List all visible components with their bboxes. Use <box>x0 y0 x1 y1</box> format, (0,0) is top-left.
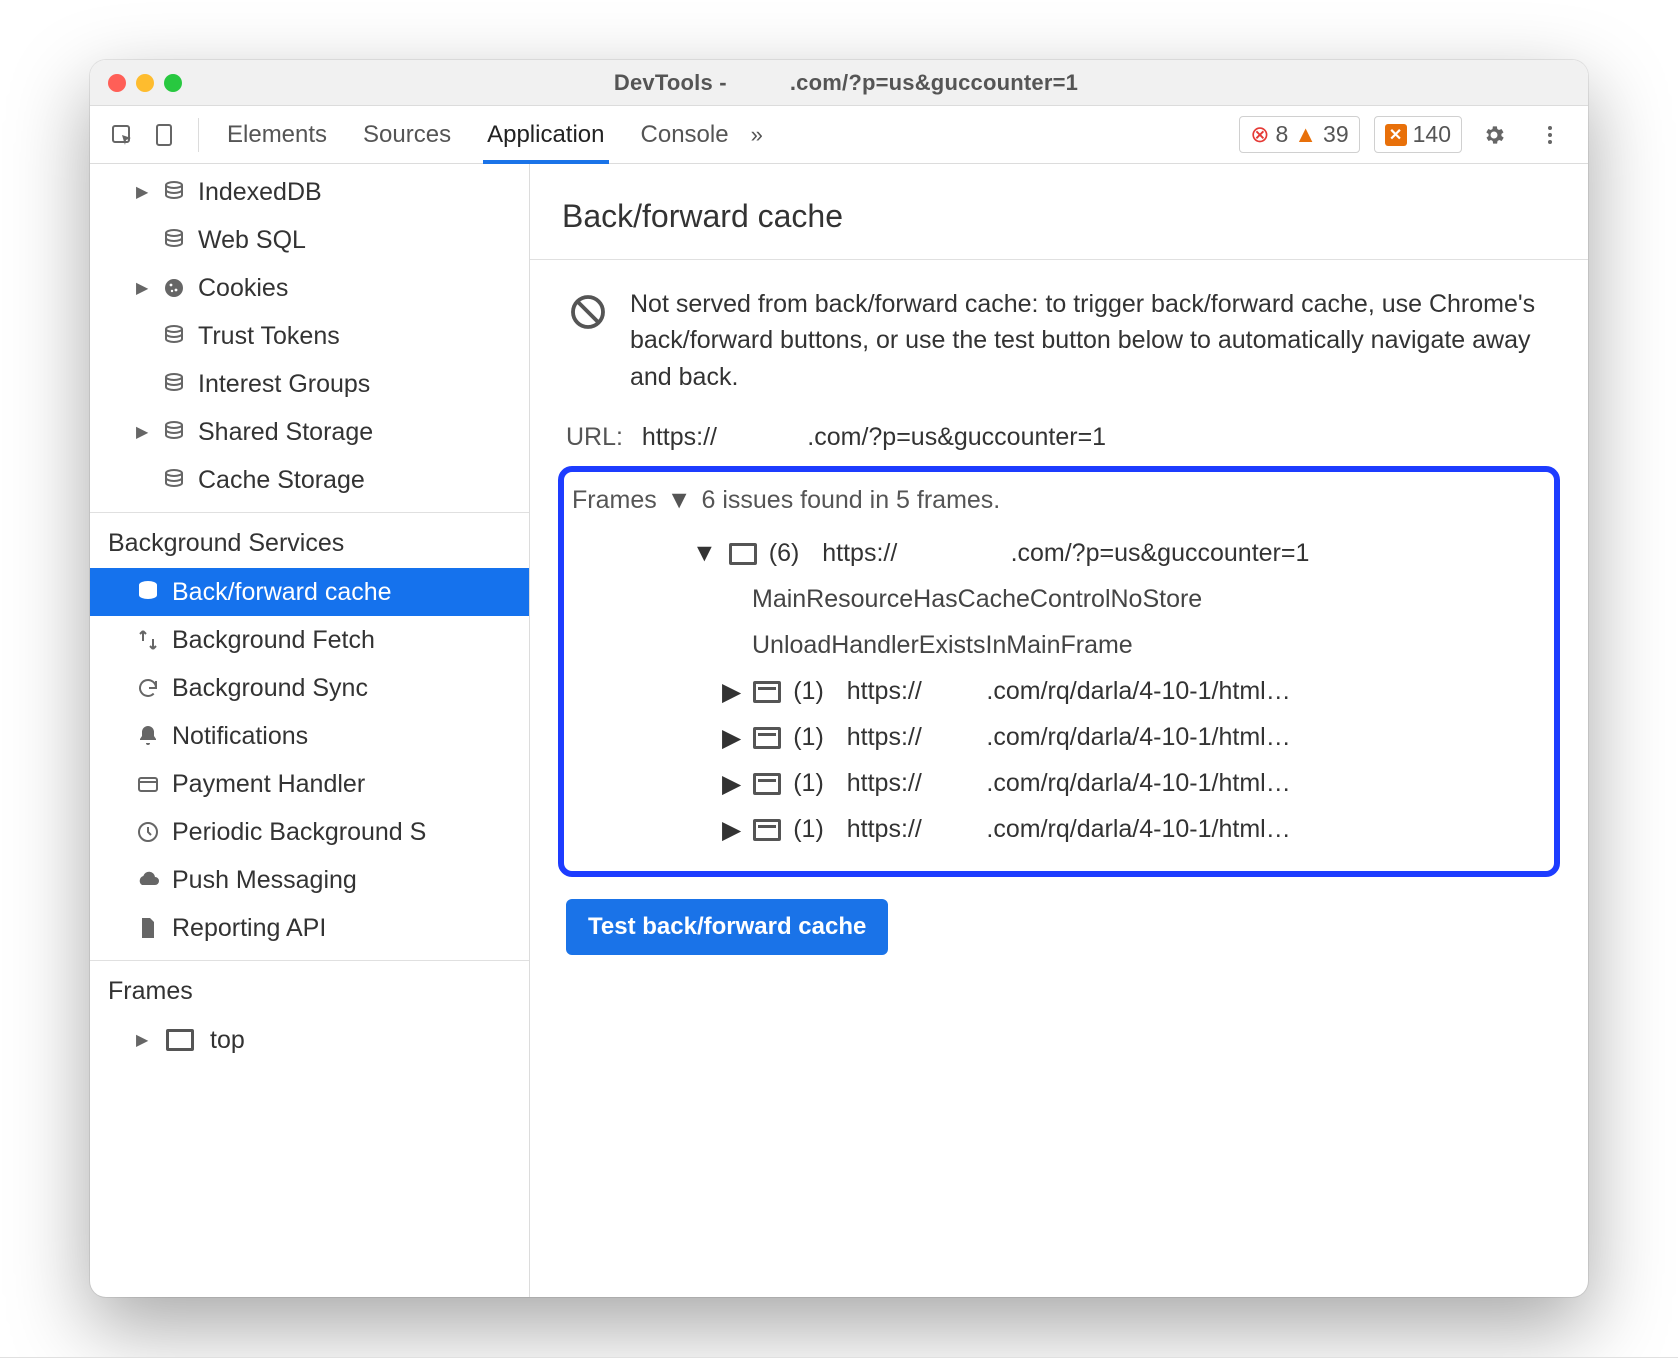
sidebar-item-push[interactable]: Push Messaging <box>90 856 529 904</box>
bfcache-reason: UnloadHandlerExistsInMainFrame <box>692 623 1542 669</box>
sidebar-item-top-frame[interactable]: ▶top <box>90 1016 529 1064</box>
warning-icon: ▲ <box>1294 121 1317 148</box>
bfcache-panel: Back/forward cache Not served from back/… <box>530 164 1588 1297</box>
tab-elements[interactable]: Elements <box>209 106 345 163</box>
tab-application[interactable]: Application <box>469 106 622 163</box>
sidebar-item-cachestorage[interactable]: Cache Storage <box>90 456 529 504</box>
bfcache-reason: MainResourceHasCacheControlNoStore <box>692 577 1542 623</box>
frame-icon <box>166 1029 194 1051</box>
sidebar-item-bgfetch[interactable]: Background Fetch <box>90 616 529 664</box>
child-frame[interactable]: ▶ (1) https:// .com/rq/darla/4-10-1/html… <box>692 761 1542 807</box>
issues-counter[interactable]: ✕140 <box>1374 116 1462 153</box>
sidebar-item-notifications[interactable]: Notifications <box>90 712 529 760</box>
sidebar-item-payment[interactable]: Payment Handler <box>90 760 529 808</box>
device-toolbar-icon[interactable] <box>146 117 182 153</box>
sidebar-section-frames: Frames <box>90 960 529 1016</box>
frames-label: Frames <box>572 486 657 515</box>
sidebar-item-trusttokens[interactable]: Trust Tokens <box>90 312 529 360</box>
tab-console[interactable]: Console <box>623 106 747 163</box>
sidebar-section-background: Background Services <box>90 512 529 568</box>
caret-right-icon[interactable]: ▶ <box>722 815 741 845</box>
frames-issues-panel: Frames ▼ 6 issues found in 5 frames. ▼ (… <box>558 466 1560 877</box>
sidebar-item-reporting[interactable]: Reporting API <box>90 904 529 952</box>
child-frame[interactable]: ▶ (1) https:// .com/rq/darla/4-10-1/html… <box>692 715 1542 761</box>
caret-down-icon[interactable]: ▼ <box>667 486 692 515</box>
more-tabs-button[interactable]: » <box>751 122 763 148</box>
application-sidebar: ▶IndexedDB Web SQL ▶Cookies Trust Tokens… <box>90 164 530 1297</box>
caret-right-icon[interactable]: ▶ <box>722 769 741 799</box>
page-title: Back/forward cache <box>562 198 1560 235</box>
subframe-icon <box>753 773 781 795</box>
frames-summary: 6 issues found in 5 frames. <box>701 486 1000 515</box>
frame-icon <box>729 543 757 565</box>
issue-icon: ✕ <box>1385 124 1407 146</box>
caret-down-icon[interactable]: ▼ <box>692 539 717 568</box>
sidebar-item-indexeddb[interactable]: ▶IndexedDB <box>90 168 529 216</box>
tab-sources[interactable]: Sources <box>345 106 469 163</box>
window-zoom-button[interactable] <box>164 74 182 92</box>
subframe-icon <box>753 819 781 841</box>
not-served-icon <box>566 290 610 334</box>
frame-root[interactable]: ▼ (6) https:// .com/?p=us&guccounter=1 <box>692 531 1542 577</box>
sidebar-item-cookies[interactable]: ▶Cookies <box>90 264 529 312</box>
caret-right-icon[interactable]: ▶ <box>722 677 741 707</box>
child-frame[interactable]: ▶ (1) https:// .com/rq/darla/4-10-1/html… <box>692 807 1542 853</box>
error-icon: ⊗ <box>1250 121 1269 148</box>
test-bfcache-button[interactable]: Test back/forward cache <box>566 899 888 955</box>
sidebar-item-interestgroups[interactable]: Interest Groups <box>90 360 529 408</box>
caret-right-icon[interactable]: ▶ <box>722 723 741 753</box>
kebab-menu-icon[interactable] <box>1532 117 1568 153</box>
sidebar-item-bfcache[interactable]: Back/forward cache <box>90 568 529 616</box>
subframe-icon <box>753 727 781 749</box>
window-minimize-button[interactable] <box>136 74 154 92</box>
inspect-element-icon[interactable] <box>104 117 140 153</box>
not-served-description: Not served from back/forward cache: to t… <box>630 286 1560 395</box>
devtools-toolbar: Elements Sources Application Console » ⊗… <box>90 106 1588 164</box>
sidebar-item-periodic[interactable]: Periodic Background S <box>90 808 529 856</box>
child-frame[interactable]: ▶ (1) https:// .com/rq/darla/4-10-1/html… <box>692 669 1542 715</box>
titlebar: DevTools - .com/?p=us&guccounter=1 <box>90 60 1588 106</box>
devtools-window: DevTools - .com/?p=us&guccounter=1 Eleme… <box>90 60 1588 1297</box>
settings-icon[interactable] <box>1476 117 1512 153</box>
window-title: DevTools - .com/?p=us&guccounter=1 <box>192 70 1500 96</box>
url-row: URL: https:// .com/?p=us&guccounter=1 <box>566 423 1560 452</box>
sidebar-item-websql[interactable]: Web SQL <box>90 216 529 264</box>
console-counters[interactable]: ⊗8 ▲39 <box>1239 116 1359 153</box>
subframe-icon <box>753 681 781 703</box>
window-close-button[interactable] <box>108 74 126 92</box>
sidebar-item-sharedstorage[interactable]: ▶Shared Storage <box>90 408 529 456</box>
sidebar-item-bgsync[interactable]: Background Sync <box>90 664 529 712</box>
